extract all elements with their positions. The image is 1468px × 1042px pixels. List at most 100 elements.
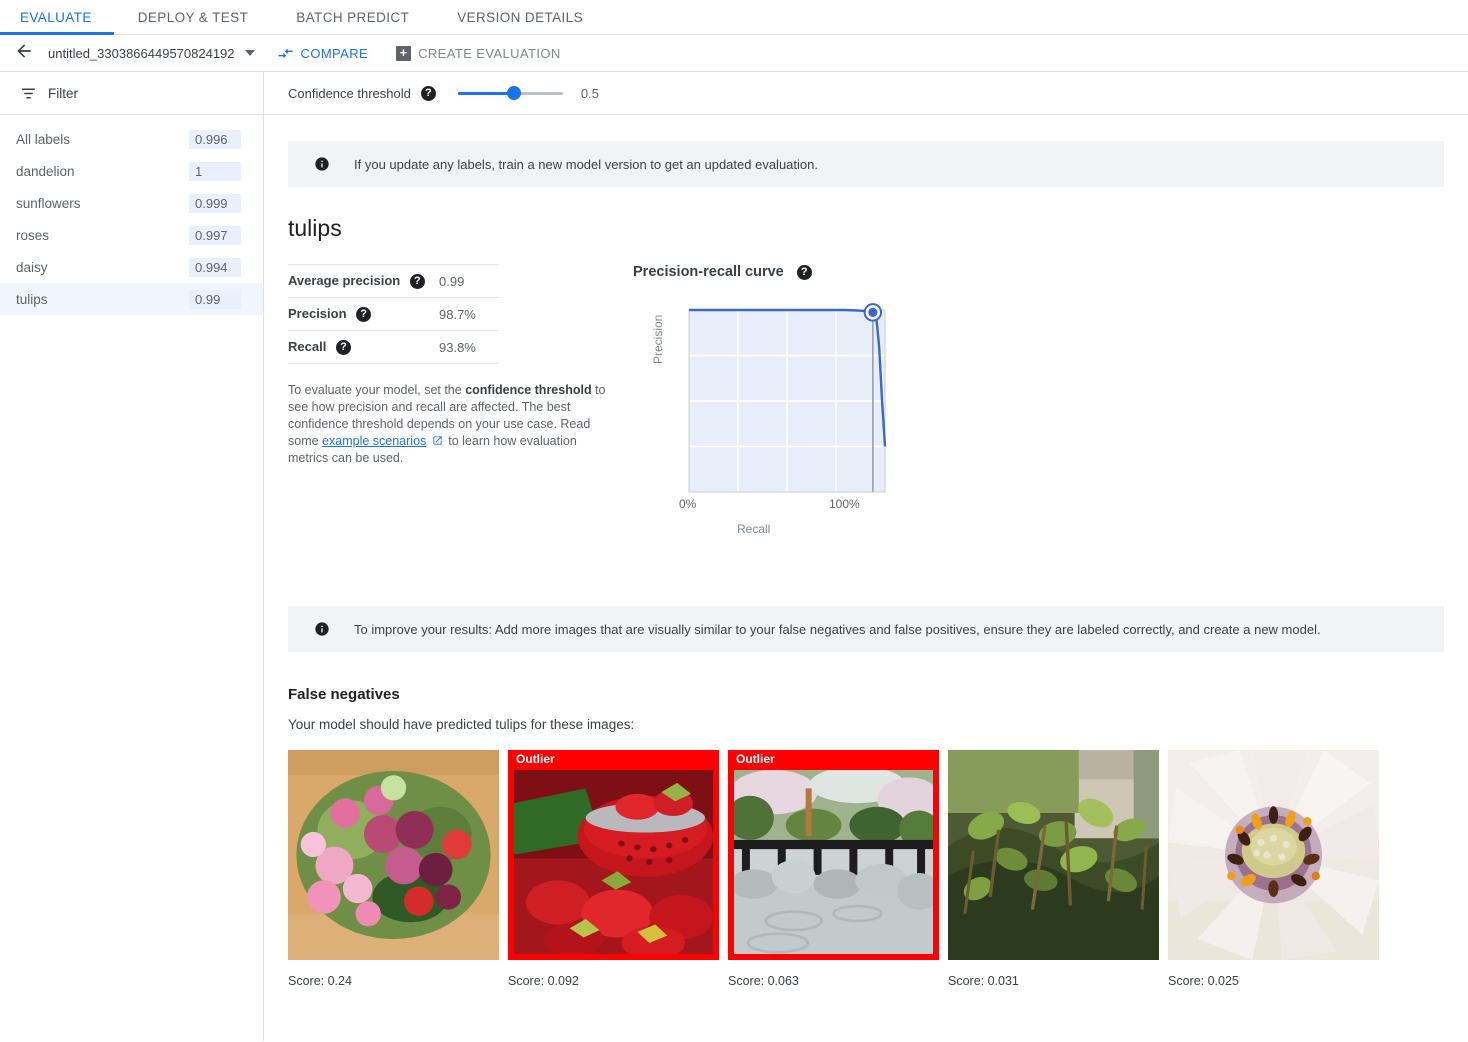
metrics-panel: Average precision ? 0.99 Precision ? 98.… [288, 264, 606, 554]
metric-key: Precision [288, 306, 347, 322]
slider-fill [457, 91, 514, 95]
label-name: dandelion [16, 163, 75, 179]
tab-batch-predict[interactable]: BATCH PREDICT [272, 0, 433, 34]
label-score: 0.997 [189, 225, 241, 245]
action-bar: untitled_3303866449570824192 COMPARE + C… [0, 35, 1468, 72]
plot-wrapper: Precision Recall 0% 100% [633, 294, 923, 554]
tab-version-details-label: VERSION DETAILS [457, 9, 583, 25]
y-axis-label: Precision [651, 314, 665, 364]
model-name: untitled_3303866449570824192 [48, 45, 235, 61]
false-negatives-gallery: Score: 0.24 Outlier Score: 0.092 Outlier… [288, 750, 1468, 988]
update-labels-banner: If you update any labels, train a new mo… [288, 141, 1444, 187]
help-icon[interactable]: ? [409, 274, 425, 290]
false-negatives-subtitle: Your model should have predicted tulips … [288, 717, 635, 732]
filter-label: Filter [48, 85, 78, 101]
sidebar-item-dandelion[interactable]: dandelion 1 [0, 155, 263, 187]
label-score: 0.999 [189, 193, 241, 213]
label-score: 0.99 [189, 289, 241, 309]
chart-header: Precision-recall curve ? [633, 264, 923, 280]
outlier-badge: Outlier [516, 752, 555, 766]
page-body: Filter All labels 0.996 dandelion 1 sunf… [0, 72, 1468, 1041]
improve-results-banner: To improve your results: Add more images… [288, 606, 1444, 652]
label-name: All labels [16, 131, 71, 147]
x-axis-label: Recall [737, 522, 771, 536]
compare-label: COMPARE [300, 45, 369, 61]
metric-value: 0.99 [439, 273, 465, 289]
label-list: All labels 0.996 dandelion 1 sunflowers … [0, 115, 263, 315]
label-name: daisy [16, 259, 48, 275]
metric-explanation: To evaluate your model, set the confiden… [288, 382, 608, 467]
filter-button[interactable]: Filter [0, 72, 263, 115]
create-evaluation-label: CREATE EVALUATION [418, 45, 561, 61]
metric-key: Recall [288, 339, 327, 355]
filter-icon [20, 85, 37, 102]
note-text-1: To evaluate your model, set the [288, 383, 466, 398]
thumbnail-2[interactable]: Outlier [508, 750, 719, 960]
metric-key-cell: Average precision ? [288, 265, 429, 298]
example-scenarios-link[interactable]: example scenarios [322, 434, 426, 448]
evaluation-content: Confidence threshold ? 0.5 If you update… [264, 72, 1468, 1041]
label-name: roses [16, 227, 50, 243]
chevron-down-icon[interactable] [244, 50, 255, 56]
thumbnail-5[interactable] [1168, 750, 1379, 960]
update-labels-banner-text: If you update any labels, train a new mo… [354, 156, 818, 172]
tab-version-details[interactable]: VERSION DETAILS [433, 0, 607, 34]
weeds-image [948, 750, 1159, 960]
metrics-table: Average precision ? 0.99 Precision ? 98.… [288, 264, 499, 364]
help-icon[interactable]: ? [420, 85, 436, 101]
list-item: Score: 0.24 [288, 750, 499, 988]
x-tick-100: 100% [829, 497, 860, 511]
daisy-closeup-image [1168, 750, 1379, 960]
list-item: Score: 0.031 [948, 750, 1159, 988]
slider-thumb[interactable] [506, 86, 521, 100]
note-bold: confidence threshold [465, 383, 592, 398]
info-icon [314, 156, 330, 172]
metric-value: 93.8% [439, 339, 476, 355]
help-icon[interactable]: ? [356, 307, 372, 323]
false-negatives-title: False negatives [288, 686, 400, 703]
metric-value: 98.7% [439, 306, 476, 322]
outlier-badge: Outlier [736, 752, 775, 766]
sidebar-item-all-labels[interactable]: All labels 0.996 [0, 123, 263, 155]
thumbnail-score: Score: 0.24 [288, 974, 352, 988]
tab-deploy-and-test-label: DEPLOY & TEST [137, 9, 249, 25]
precision-recall-svg [688, 303, 887, 493]
back-button[interactable] [0, 41, 48, 66]
confidence-threshold-value: 0.5 [580, 85, 599, 101]
sidebar-item-daisy[interactable]: daisy 0.994 [0, 251, 263, 283]
table-row: Average precision ? 0.99 [288, 264, 499, 298]
confidence-threshold-slider[interactable] [457, 84, 563, 102]
sidebar-item-tulips[interactable]: tulips 0.99 [0, 283, 263, 315]
metric-key-cell: Recall ? [288, 331, 429, 364]
bouquet-image [288, 750, 499, 960]
metric-key-cell: Precision ? [288, 298, 429, 331]
thumbnail-1[interactable] [288, 750, 499, 960]
sidebar-item-sunflowers[interactable]: sunflowers 0.999 [0, 187, 263, 219]
create-evaluation-button[interactable]: + CREATE EVALUATION [396, 45, 561, 61]
tab-evaluate[interactable]: EVALUATE [0, 0, 114, 35]
tab-evaluate-label: EVALUATE [20, 9, 92, 25]
x-tick-0: 0% [679, 497, 697, 511]
thumbnail-score: Score: 0.025 [1168, 974, 1239, 988]
help-icon[interactable]: ? [796, 264, 812, 280]
metric-key: Average precision [288, 273, 401, 288]
compare-button[interactable]: COMPARE [277, 45, 369, 62]
info-icon [314, 621, 330, 637]
label-sidebar: Filter All labels 0.996 dandelion 1 sunf… [0, 72, 264, 1041]
list-item: Outlier [728, 750, 939, 988]
help-icon[interactable]: ? [335, 340, 351, 356]
thumbnail-score: Score: 0.063 [728, 974, 799, 988]
precision-recall-chart: Precision-recall curve ? Precision Recal… [633, 264, 923, 554]
thumbnail-score: Score: 0.031 [948, 974, 1019, 988]
scroll-area: If you update any labels, train a new mo… [264, 141, 1468, 988]
thumbnail-score: Score: 0.092 [508, 974, 579, 988]
tab-deploy-and-test[interactable]: DEPLOY & TEST [114, 0, 273, 34]
plus-icon: + [396, 45, 412, 61]
sidebar-item-roses[interactable]: roses 0.997 [0, 219, 263, 251]
thumbnail-4[interactable] [948, 750, 1159, 960]
chart-title: Precision-recall curve [633, 264, 784, 280]
label-name: sunflowers [16, 195, 81, 211]
list-item: Outlier [508, 750, 719, 988]
table-row: Recall ? 93.8% [288, 331, 499, 364]
thumbnail-3[interactable]: Outlier [728, 750, 939, 960]
